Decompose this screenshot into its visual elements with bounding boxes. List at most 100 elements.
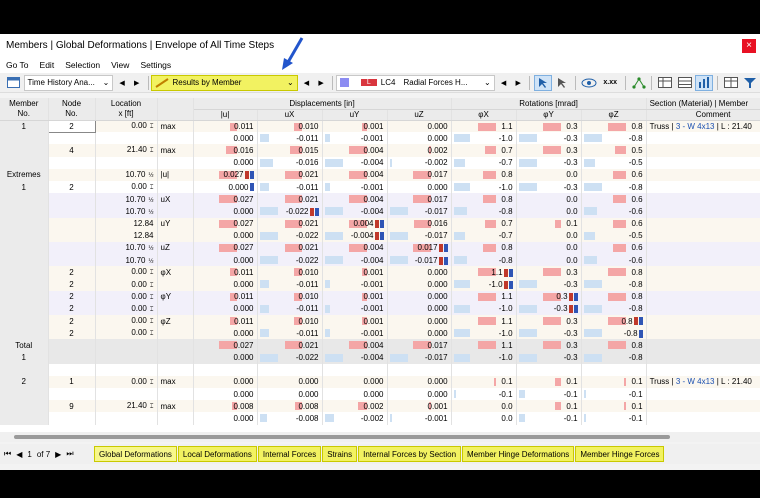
phiz-header[interactable]: φZ [581, 109, 647, 121]
table-row[interactable]: 10.70 ½ uZ 0.027 0.021 0.004 0.017 0.8 0.0 0.6 [0, 241, 760, 255]
decimals-icon[interactable]: x.xx [600, 75, 621, 91]
prev-arrow-icon[interactable]: ◀ [115, 75, 129, 91]
value-text: 0.017 [427, 340, 448, 350]
table-view-icon[interactable] [5, 75, 23, 91]
menu-item-view[interactable]: View [111, 60, 129, 70]
table-row[interactable] [0, 363, 760, 376]
table-row[interactable]: 0.000 0.000 0.000 0.000 -0.1 -0.1 -0.1 [0, 387, 760, 401]
table-row[interactable]: 0.000 -0.008 -0.002 -0.001 0.0 -0.1 -0.1 [0, 412, 760, 425]
table-row[interactable]: 10.70 ½ 0.000 -0.022 -0.004 -0.017 -0.8 0.0 -0.6 [0, 254, 760, 267]
comment-header[interactable]: Comment [646, 109, 760, 121]
table-row[interactable]: 12.84 0.000 -0.022 -0.004 -0.017 -0.7 0.0 -0.5 [0, 229, 760, 242]
menu-item-edit[interactable]: Edit [40, 60, 55, 70]
structure-icon[interactable] [630, 75, 648, 91]
select-pointer-icon[interactable] [533, 74, 552, 91]
load-case-dropdown[interactable]: L LC4 Radial Forces H... ⌄ [335, 74, 495, 91]
uz-header[interactable]: uZ [387, 109, 452, 121]
table-grid-icon[interactable] [676, 75, 694, 91]
section-link[interactable]: 3 - W 4x13 [676, 377, 715, 386]
section-cell [646, 144, 760, 157]
member-no-header[interactable]: Member No. [0, 98, 49, 121]
value-cell-py: -0.3 [516, 156, 582, 169]
table-row[interactable]: 12.84 uY 0.027 0.021 0.004 0.016 0.7 0.1 0.6 [0, 217, 760, 230]
table-row[interactable]: 10.70 ½ uX 0.027 0.021 0.004 0.017 0.8 0.0 0.6 [0, 193, 760, 206]
uy-header[interactable]: uY [322, 109, 388, 121]
filter-icon[interactable] [741, 75, 759, 91]
value-cell-py: 0.0 [516, 241, 582, 255]
menu-item-go-to[interactable]: Go To [6, 60, 29, 70]
close-icon[interactable]: × [742, 39, 756, 53]
empty-cell [322, 363, 388, 376]
section-link[interactable]: 3 - W 4x13 [676, 122, 715, 131]
node-position-icon: ⌶ [149, 379, 154, 386]
value-cell-pz: -0.8 [581, 180, 647, 194]
tab-local-deformations[interactable]: Local Deformations [177, 446, 257, 462]
export-table-icon[interactable] [722, 75, 740, 91]
location-header[interactable]: Location x [ft] [95, 98, 158, 121]
table-row[interactable]: 2 0.00 ⌶ φY 0.011 0.010 0.001 0.000 1.1 0.3 0.8 [0, 290, 760, 303]
table-row[interactable]: 2 0.00 ⌶ 0.000 -0.011 -0.001 0.000 -1.0 -0.3 -0.8 [0, 278, 760, 291]
bar-chart-icon[interactable] [695, 74, 713, 91]
value-cell-py: 0.0 [516, 229, 582, 242]
tab-strains[interactable]: Strains [322, 446, 358, 462]
phix-header[interactable]: φX [451, 109, 517, 121]
table-row[interactable]: 1 2 0.00 ⌶ 0.000 -0.011 -0.001 0.000 -1.0 -0.3 -0.… [0, 180, 760, 194]
tab-member-hinge-forces[interactable]: Member Hinge Forces [575, 446, 665, 462]
value-text: -0.8 [628, 182, 643, 192]
scrollbar-thumb[interactable] [14, 435, 670, 439]
section-cell [646, 254, 760, 267]
value-cell-py: 0.3 [516, 290, 582, 303]
table-row[interactable]: Total 0.027 0.021 0.004 0.017 1.1 0.3 0.8 [0, 339, 760, 352]
prev-page-icon[interactable]: ◀ [16, 450, 22, 459]
prev-arrow-icon[interactable]: ◀ [497, 75, 511, 91]
table-row[interactable]: 2 0.00 ⌶ φZ 0.011 0.010 0.001 0.000 1.1 0.3 0.8 [0, 315, 760, 328]
table-row[interactable]: 2 1 0.00 ⌶ max 0.000 0.000 0.000 0.000 0.1 0.1 0.1 T… [0, 375, 760, 388]
u-abs-header[interactable]: |u| [193, 109, 258, 121]
next-arrow-icon[interactable]: ▶ [130, 75, 144, 91]
tab-global-deformations[interactable]: Global Deformations [94, 446, 177, 462]
tab-member-hinge-deformations[interactable]: Member Hinge Deformations [462, 446, 575, 462]
chevron-down-icon: ⌄ [484, 78, 491, 87]
table-row[interactable]: 2 0.00 ⌶ φX 0.011 0.010 0.001 0.000 1.1 0.3 0.8 [0, 266, 760, 279]
section-cell [646, 156, 760, 169]
current-page[interactable]: 1 [27, 450, 31, 459]
phiy-header[interactable]: φY [516, 109, 582, 121]
table-row[interactable]: 1 0.000 -0.022 -0.004 -0.017 -1.0 -0.3 -0.8 [0, 351, 760, 364]
value-cell-px: -0.7 [451, 229, 517, 242]
filter-pointer-icon[interactable] [554, 75, 572, 91]
quantity-cell [157, 351, 194, 364]
tab-internal-forces-by-section[interactable]: Internal Forces by Section [358, 446, 462, 462]
table-row[interactable]: 2 0.00 ⌶ 0.000 -0.011 -0.001 0.000 -1.0 -0.3 -0.8 [0, 327, 760, 340]
max-marker-icon [438, 256, 443, 265]
node-no-cell: 2 [48, 290, 96, 303]
table-row[interactable]: 4 21.40 ⌶ max 0.016 0.015 0.004 0.002 0.7 0.3 0.5 [0, 144, 760, 157]
analysis-type-dropdown[interactable]: Time History Ana... ⌄ [23, 74, 114, 91]
menu-item-settings[interactable]: Settings [140, 60, 171, 70]
value-bar [518, 353, 537, 362]
view-eye-icon[interactable] [580, 75, 598, 91]
table-row[interactable]: 9 21.40 ⌶ max 0.008 0.008 0.002 0.001 0.0 0.1 0.1 [0, 400, 760, 413]
table-row[interactable]: 0.000 -0.011 -0.001 0.000 -1.0 -0.3 -0.8 [0, 132, 760, 145]
table-row[interactable]: 0.000 -0.016 -0.004 -0.002 -0.7 -0.3 -0.5 [0, 156, 760, 169]
first-page-icon[interactable]: ⏮ [4, 449, 11, 459]
next-arrow-icon[interactable]: ▶ [511, 75, 525, 91]
table-columns-icon[interactable] [656, 75, 674, 91]
next-page-icon[interactable]: ▶ [55, 450, 61, 459]
value-bar [482, 195, 496, 204]
quantity-cell [157, 229, 194, 242]
table-row[interactable]: 10.70 ½ 0.000 -0.022 -0.004 -0.017 -0.8 0.0 -0.6 [0, 205, 760, 218]
menu-item-selection[interactable]: Selection [65, 60, 100, 70]
table-row[interactable]: Extremes 10.70 ½ |u| 0.027 0.021 0.004 0.017 0.8… [0, 168, 760, 181]
table-row[interactable]: 2 0.00 ⌶ 0.000 -0.011 -0.001 0.000 -1.0 -0.3 -0.8 [0, 302, 760, 315]
ux-header[interactable]: uX [257, 109, 323, 121]
node-no-header[interactable]: Node No. [48, 98, 96, 121]
table-row[interactable]: 1 2 0.00 ⌶ max 0.011 0.010 0.001 0.000 1.1 0.3 0.8 T… [0, 119, 760, 133]
tab-internal-forces[interactable]: Internal Forces [257, 446, 322, 462]
next-arrow-icon[interactable]: ▶ [314, 75, 328, 91]
horizontal-scrollbar[interactable] [0, 432, 760, 442]
prev-arrow-icon[interactable]: ◀ [300, 75, 314, 91]
value-bar [453, 134, 470, 143]
results-by-dropdown[interactable]: Results by Member ⌄ [151, 74, 298, 91]
quantity-cell: φY [157, 290, 194, 303]
last-page-icon[interactable]: ⏭ [66, 449, 73, 459]
